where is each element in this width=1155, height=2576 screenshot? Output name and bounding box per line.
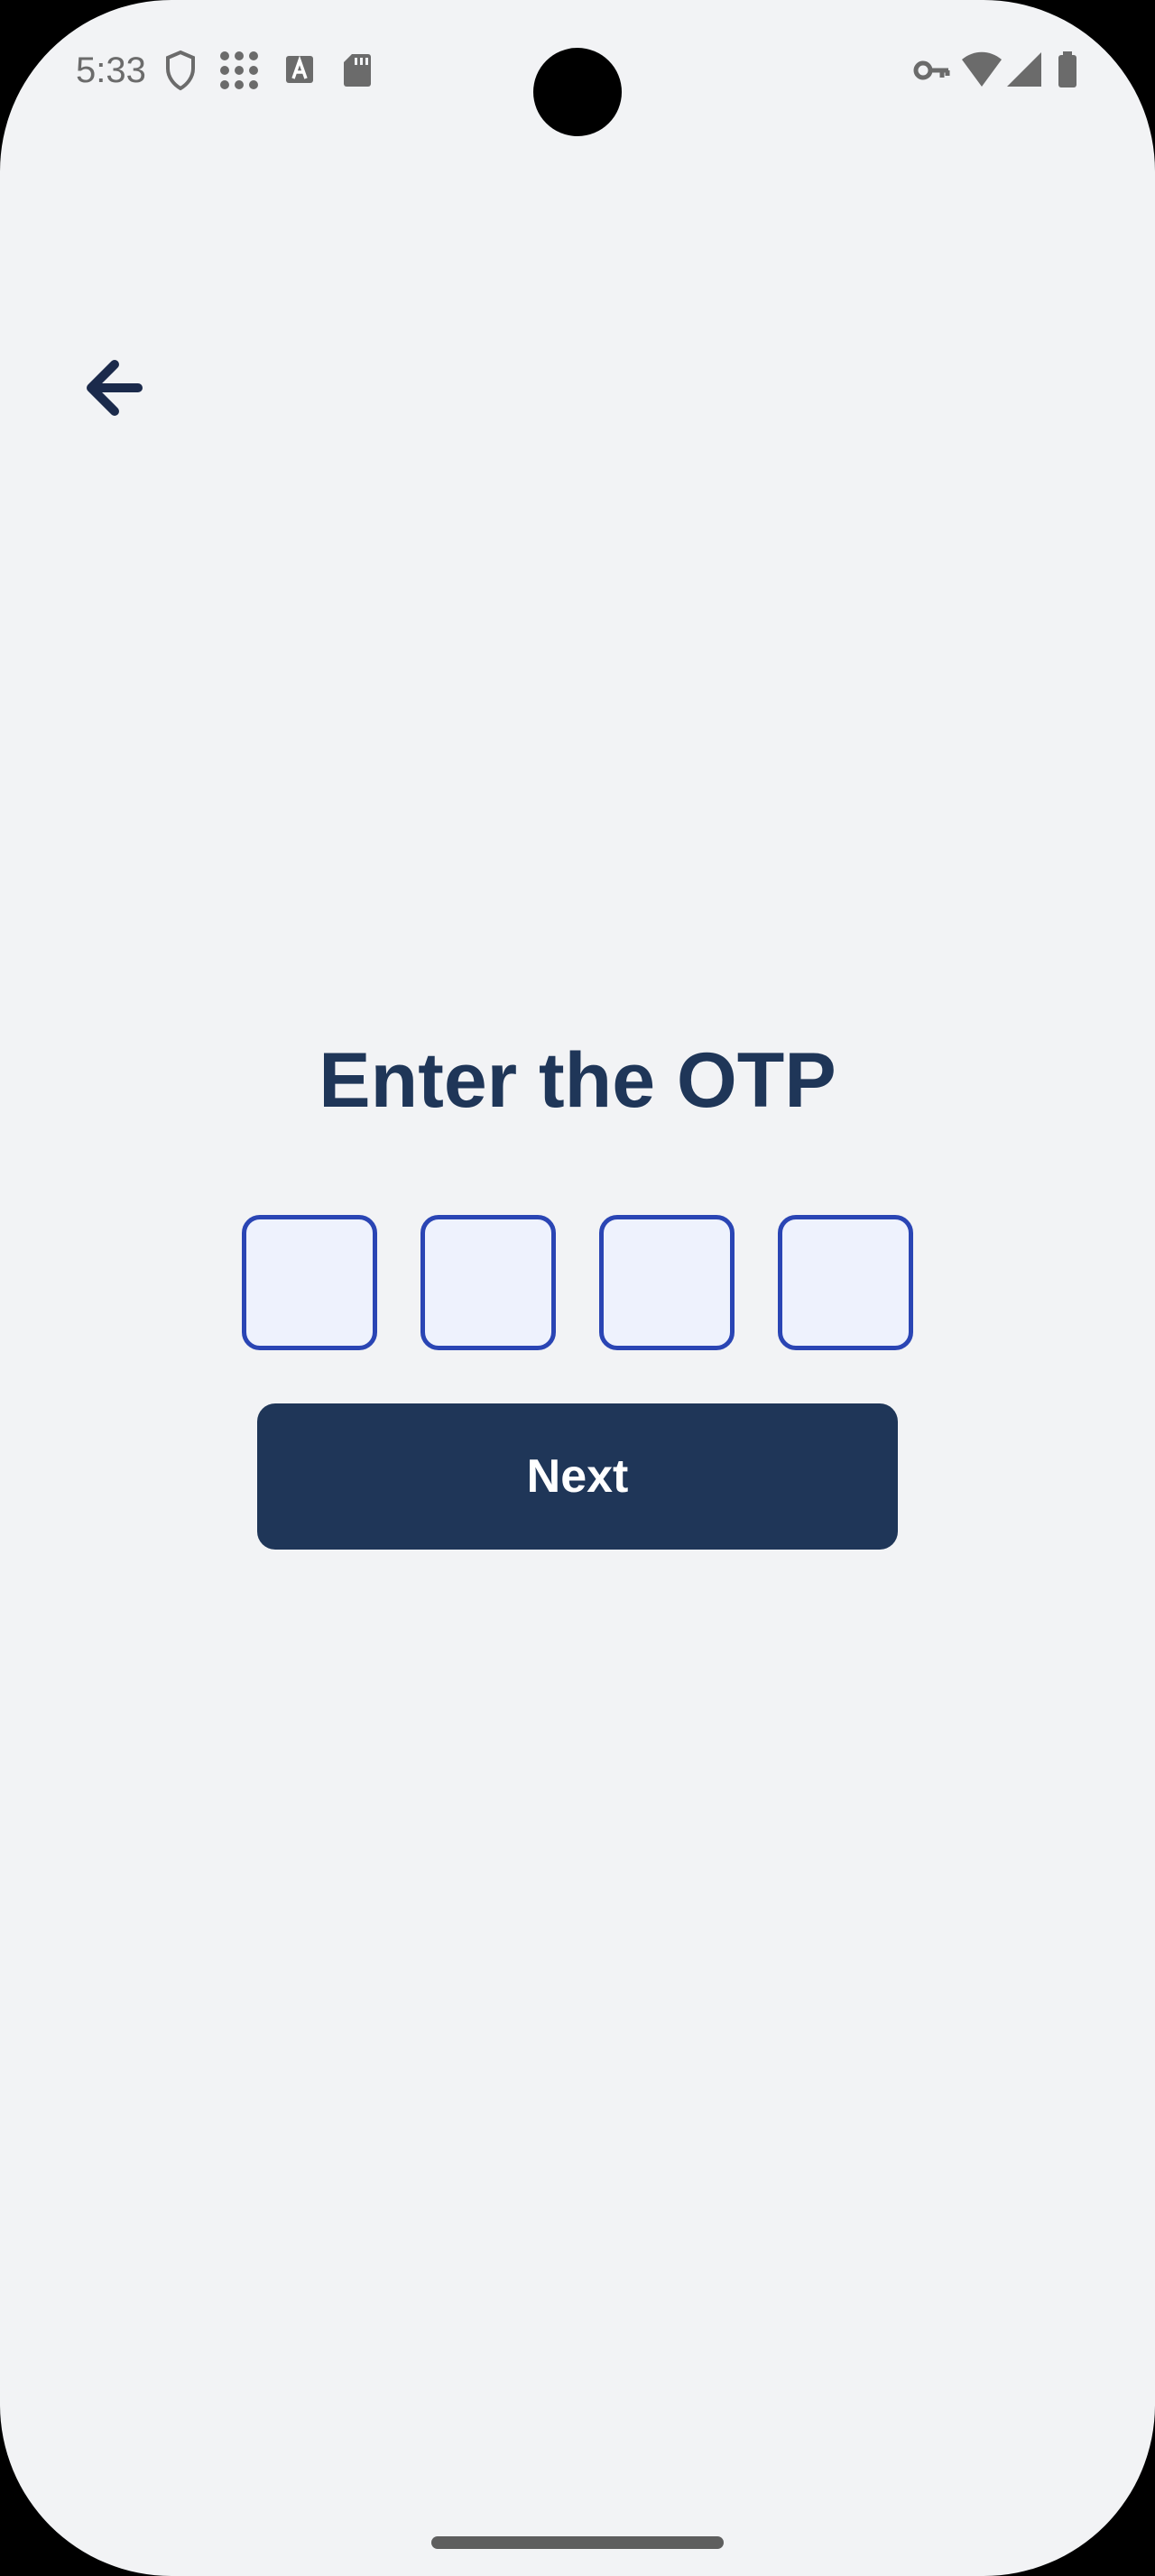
- status-time: 5:33: [76, 51, 146, 90]
- front-camera: [533, 48, 622, 136]
- home-indicator[interactable]: [431, 2536, 724, 2549]
- otp-digit-3-input[interactable]: [604, 1219, 730, 1346]
- dots-grid-icon: [220, 51, 258, 89]
- next-button-label: Next: [526, 1450, 629, 1503]
- sd-card-icon: [344, 54, 371, 87]
- otp-digit-1-input[interactable]: [246, 1219, 373, 1346]
- text-a-icon: [286, 55, 313, 83]
- arrow-left-icon: [87, 360, 143, 416]
- otp-digit-2[interactable]: [420, 1215, 556, 1350]
- app-screen: 5:33 Enter the OTP Next: [0, 0, 1155, 2576]
- otp-digit-2-input[interactable]: [425, 1219, 551, 1346]
- key-icon: [913, 60, 950, 80]
- battery-icon: [1058, 51, 1076, 87]
- next-button[interactable]: Next: [257, 1403, 898, 1550]
- back-button[interactable]: [72, 347, 153, 428]
- page-title: Enter the OTP: [319, 1037, 836, 1124]
- otp-input-group: [242, 1215, 913, 1350]
- otp-digit-4[interactable]: [778, 1215, 913, 1350]
- otp-digit-1[interactable]: [242, 1215, 377, 1350]
- wifi-icon: [962, 51, 1002, 87]
- signal-icon: [1007, 52, 1041, 87]
- otp-digit-3[interactable]: [599, 1215, 735, 1350]
- otp-digit-4-input[interactable]: [782, 1219, 909, 1346]
- status-bar: 5:33: [0, 0, 1155, 144]
- shield-icon: [166, 50, 195, 91]
